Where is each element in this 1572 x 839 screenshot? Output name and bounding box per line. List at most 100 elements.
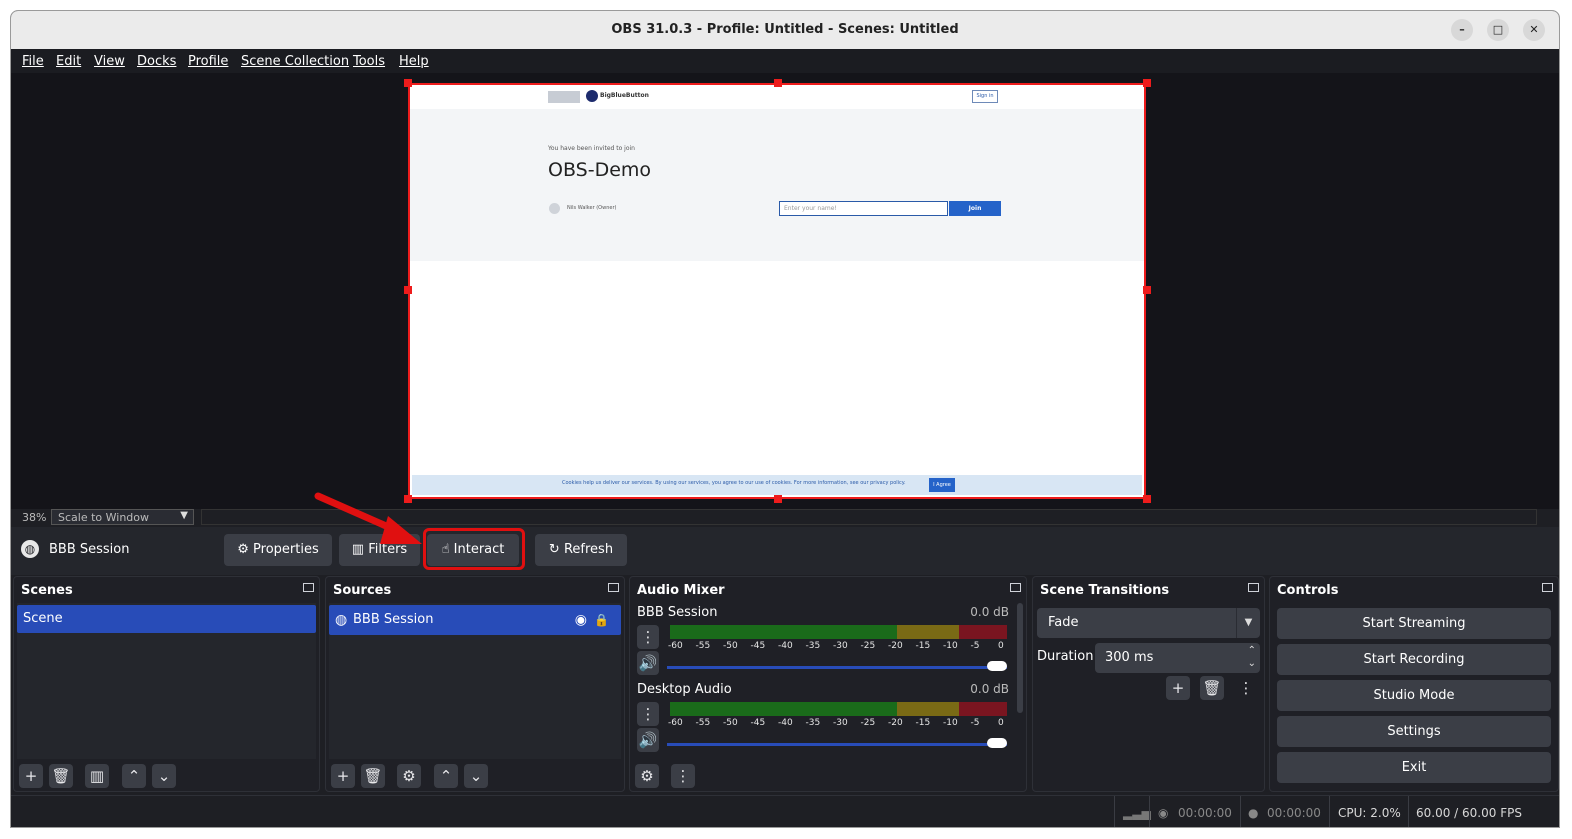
menu-view[interactable]: View — [94, 54, 125, 69]
move-up-icon[interactable]: ⌃ — [122, 764, 146, 788]
volume-slider-handle[interactable] — [987, 738, 1007, 748]
duration-input[interactable]: 300 ms ⌃ ⌄ — [1095, 643, 1260, 673]
undock-icon[interactable] — [1248, 583, 1259, 592]
undock-icon[interactable] — [1542, 583, 1553, 592]
agree-button[interactable]: I Agree — [929, 478, 955, 492]
undock-icon[interactable] — [1010, 583, 1021, 592]
more-options-icon[interactable]: ⋮ — [637, 625, 659, 649]
move-up-icon[interactable]: ⌃ — [434, 764, 458, 788]
move-down-icon[interactable]: ⌄ — [152, 764, 176, 788]
duration-label: Duration — [1037, 649, 1094, 664]
room-header: You have been invited to join OBS-Demo N… — [410, 109, 1144, 261]
resize-handle[interactable] — [404, 79, 412, 87]
undock-icon[interactable] — [608, 583, 619, 592]
bbb-logo-text: BigBlueButton — [600, 92, 649, 99]
speaker-icon[interactable]: 🔊 — [637, 651, 659, 675]
menu-scene-collection[interactable]: Scene Collection — [241, 54, 349, 69]
refresh-icon: ↻ — [548, 542, 560, 557]
menu-edit[interactable]: Edit — [56, 54, 81, 69]
meter-tick-label: -25 — [860, 718, 876, 728]
source-item-label: BBB Session — [353, 612, 434, 627]
add-icon[interactable]: + — [19, 764, 43, 788]
filter-icon[interactable]: ▥ — [85, 764, 109, 788]
add-icon[interactable]: + — [331, 764, 355, 788]
properties-label: Properties — [253, 542, 319, 557]
meter-tick-label: -35 — [805, 718, 821, 728]
refresh-button[interactable]: ↻ Refresh — [535, 534, 627, 566]
meter-tick-label: -5 — [970, 641, 980, 651]
channel-db: 0.0 dB — [970, 682, 1009, 696]
stepper-down-icon[interactable]: ⌄ — [1248, 658, 1256, 669]
lock-icon[interactable]: 🔒 — [594, 605, 609, 635]
meter-tick-label: -20 — [888, 641, 903, 651]
advanced-audio-gear-icon[interactable]: ⚙ — [635, 764, 659, 788]
source-toolbar: ◍ BBB Session ⚙ Properties ▥ Filters ☝ I… — [11, 527, 1559, 575]
meter-tick-label: -55 — [695, 641, 711, 651]
volume-slider[interactable] — [667, 666, 1007, 669]
start-streaming-button[interactable]: Start Streaming — [1277, 608, 1551, 639]
duration-value: 300 ms — [1105, 650, 1154, 665]
meter-tick-label: -15 — [915, 641, 931, 651]
eye-icon[interactable]: ◉ — [575, 605, 587, 635]
resize-handle[interactable] — [1143, 495, 1151, 503]
scenes-title: Scenes — [21, 583, 73, 598]
scene-item[interactable]: Scene — [17, 605, 316, 633]
globe-icon: ◍ — [335, 612, 348, 628]
minimize-button[interactable]: – — [1451, 19, 1473, 41]
menu-file[interactable]: File — [22, 54, 44, 69]
stream-status-icon: ◉ — [1158, 806, 1169, 820]
resize-handle[interactable] — [1143, 79, 1151, 87]
annotation-arrow-icon — [314, 492, 422, 544]
window-title: OBS 31.0.3 - Profile: Untitled - Scenes:… — [611, 22, 959, 37]
controls-dock: Controls Start Streaming Start Recording… — [1269, 576, 1559, 792]
cookie-banner: Cookies help us deliver our services. By… — [412, 475, 1142, 495]
undock-icon[interactable] — [303, 583, 314, 592]
meter-tick-label: -10 — [943, 641, 958, 651]
name-input[interactable]: Enter your name! — [779, 201, 948, 216]
menu-help[interactable]: Help — [399, 54, 429, 69]
sign-in-button[interactable]: Sign in — [972, 90, 998, 103]
meter-tick-label: -60 — [668, 718, 683, 728]
menu-tools[interactable]: Tools — [353, 54, 385, 69]
add-icon[interactable]: + — [1166, 676, 1190, 700]
volume-slider-handle[interactable] — [987, 661, 1007, 671]
close-button[interactable]: ✕ — [1523, 19, 1545, 41]
browser-source-preview[interactable]: BigBlueButton Sign in You have been invi… — [408, 83, 1146, 499]
maximize-button[interactable]: □ — [1487, 19, 1509, 41]
resize-handle[interactable] — [774, 495, 782, 503]
globe-icon: ◍ — [21, 540, 39, 558]
speaker-icon[interactable]: 🔊 — [637, 728, 659, 752]
join-button[interactable]: Join — [949, 201, 1001, 216]
transition-select[interactable]: Fade ▼ — [1037, 608, 1260, 638]
menu-docks[interactable]: Docks — [137, 54, 176, 69]
move-down-icon[interactable]: ⌄ — [464, 764, 488, 788]
university-logo — [548, 91, 580, 103]
trash-icon[interactable]: 🗑 — [1200, 676, 1224, 700]
trash-icon[interactable]: 🗑 — [49, 764, 73, 788]
resize-handle[interactable] — [774, 79, 782, 87]
resize-handle[interactable] — [1143, 286, 1151, 294]
preview-area[interactable]: BigBlueButton Sign in You have been invi… — [11, 73, 1559, 509]
audio-mixer-dock: Audio Mixer BBB Session 0.0 dB ⋮ 🔊 -60 -5… — [629, 576, 1027, 792]
meter-tick-label: -35 — [805, 641, 821, 651]
more-options-icon[interactable]: ⋮ — [1234, 676, 1258, 700]
gear-icon[interactable]: ⚙ — [397, 764, 421, 788]
audio-mixer-title: Audio Mixer — [637, 583, 725, 598]
trash-icon[interactable]: 🗑 — [361, 764, 385, 788]
start-recording-button[interactable]: Start Recording — [1277, 644, 1551, 675]
more-options-icon[interactable]: ⋮ — [671, 764, 695, 788]
volume-slider[interactable] — [667, 743, 1007, 746]
more-options-icon[interactable]: ⋮ — [637, 702, 659, 726]
settings-button[interactable]: Settings — [1277, 716, 1551, 747]
resize-handle[interactable] — [404, 286, 412, 294]
meter-tick-label: -25 — [860, 641, 876, 651]
studio-mode-button[interactable]: Studio Mode — [1277, 680, 1551, 711]
scale-select[interactable]: Scale to Window ▼ — [51, 509, 194, 525]
stepper-up-icon[interactable]: ⌃ — [1248, 645, 1256, 656]
vertical-scrollbar[interactable] — [1017, 603, 1023, 713]
menu-profile[interactable]: Profile — [188, 54, 228, 69]
source-item[interactable]: ◍ BBB Session ◉ 🔒 — [329, 605, 621, 635]
zoom-percent: 38% — [22, 511, 47, 524]
meter-tick-label: -50 — [723, 718, 738, 728]
exit-button[interactable]: Exit — [1277, 752, 1551, 783]
